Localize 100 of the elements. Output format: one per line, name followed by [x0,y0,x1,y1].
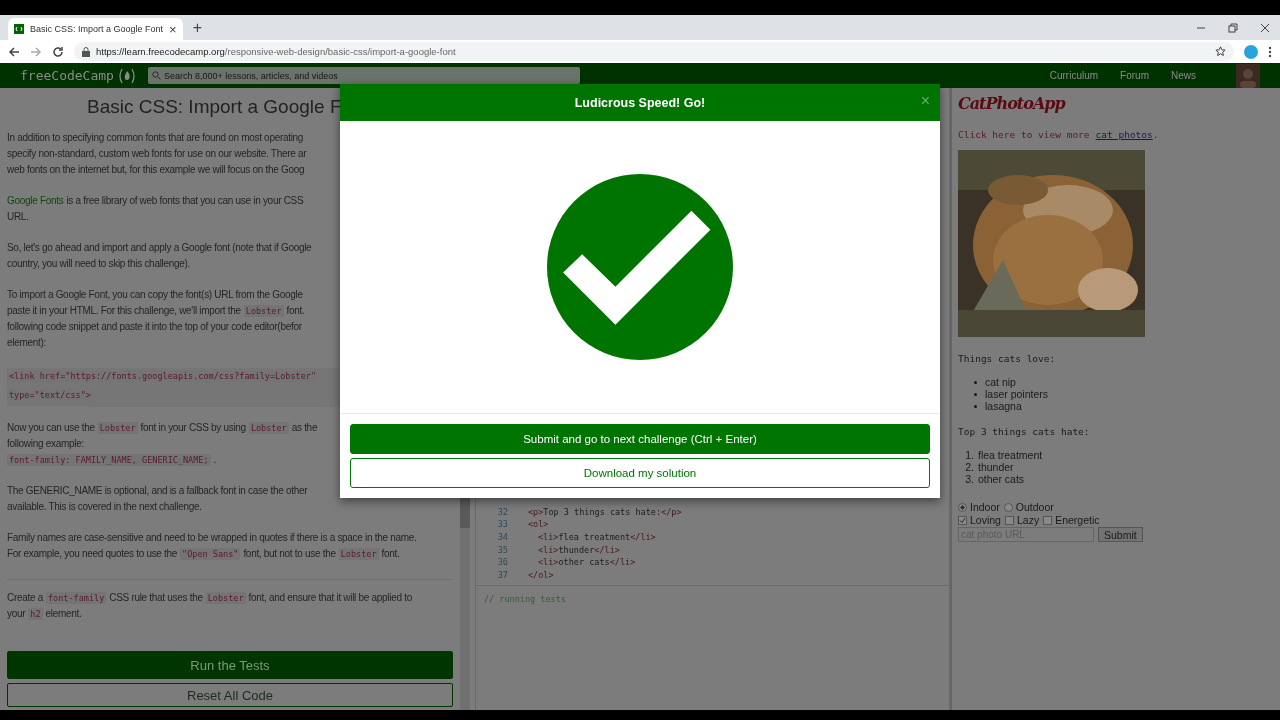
bullet-icon [974,380,977,384]
inline-code: Lobster [338,548,379,560]
address-bar[interactable]: https://learn.freecodecamp.org/responsive-web-design/basic-css/import-a-google-font [74,42,1234,61]
checkbox-label: Loving [970,514,1001,526]
instruction-text: country, you will need to skip this challenge). [7,258,191,269]
html-tag: </li> [630,531,656,542]
list-item: other cats [978,473,1025,485]
html-tag: <li> [538,557,559,568]
instruction-text: web fonts on the internet but, for this example we will focus on the Goog [7,164,305,175]
instruction-text: paste it in your HTML. For this challenge, we'll import the [7,305,241,316]
inline-code: type="text/css"> [7,389,93,401]
checkbox-label: Energetic [1055,514,1100,526]
list-item: lasagna [985,400,1022,412]
reload-icon[interactable] [52,45,64,58]
forward-icon[interactable] [30,45,42,58]
html-tag: <p> [528,506,544,517]
instruction-text: font in your CSS by using [140,422,246,433]
checkmark-icon [547,174,733,360]
restore-icon[interactable] [1228,22,1238,33]
search-field[interactable]: Search 8,000+ lessons, articles, and videos [147,67,580,84]
instruction-text: For example, you need quotes to use the [7,548,178,559]
submit-button[interactable]: Submit [1098,527,1143,542]
line-number: 32 [496,506,508,517]
instruction-text: font. [381,548,400,559]
list-item: cat nip [985,376,1016,388]
instruction-text: font. [286,305,305,316]
list-item: thunder [978,461,1014,473]
download-button[interactable]: Download my solution [350,458,930,488]
star-icon[interactable] [1215,46,1226,57]
checkbox-label: Lazy [1016,514,1040,526]
instruction-text: CSS rule that uses the [109,592,203,603]
instruction-text: font, and ensure that it will be applied to [248,592,412,603]
line-number: 33 [496,519,508,530]
list-number: 3. [964,473,974,485]
instruction-text: . [213,454,217,465]
html-tag: </li> [594,544,620,555]
browser-tab[interactable]: Basic CSS: Import a Google Font × [8,18,183,40]
checkbox[interactable] [1004,515,1014,525]
bullet-icon [974,392,977,396]
search-icon [151,71,161,80]
inline-code: Lobster [248,422,289,434]
photo-link[interactable]: cat photos [1095,129,1153,140]
submit-button[interactable]: Submit and go to next challenge (Ctrl + Enter) [350,424,930,454]
radio-label: Indoor [970,501,1000,513]
new-tab-button[interactable]: + [192,20,202,36]
nav-link[interactable]: Forum [1120,70,1149,81]
favicon-icon [14,24,24,34]
radio-button[interactable] [958,502,967,512]
html-tag: </p> [661,506,682,517]
radio-label: Outdoor [1015,501,1054,513]
radio-button[interactable] [1003,502,1013,512]
close-icon[interactable] [1260,22,1270,33]
profile-icon[interactable] [1244,44,1258,59]
list-heading: Things cats love: [958,353,1056,364]
instruction-text: Create a [7,592,43,603]
inline-code: h2 [28,608,43,620]
line-number: 34 [496,531,508,542]
bullet-icon [974,404,977,408]
instruction-text: available. This is covered in the next challenge. [7,501,202,512]
line-number: 37 [496,569,508,580]
line-number: 35 [496,544,508,555]
inline-code: "Open Sans" [180,548,241,560]
instruction-text: In addition to specifying common fonts that are found on most operating [7,132,304,143]
text-link[interactable]: Google Fonts [7,195,64,206]
instruction-text: element): [7,337,46,348]
checkbox[interactable] [1043,515,1053,525]
instruction-text: following example: [7,438,84,449]
console-output: // running tests [484,594,566,604]
tab-title: Basic CSS: Import a Google Font [30,24,164,34]
inline-code: font-family: FAMILY_NAME, GENERIC_NAME; [7,454,211,466]
inline-code: Lobster [205,592,246,604]
html-tag: <li> [538,531,559,542]
code-text: other cats [558,557,610,568]
menu-icon[interactable] [1268,45,1272,58]
lock-icon [82,46,90,57]
site-logo[interactable]: freeCodeCamp [20,68,114,83]
reset-button[interactable]: Reset All Code [7,683,453,707]
code-text: flea treatment [558,531,631,542]
dialog-title: Ludicrous Speed! Go! [574,95,706,110]
checkbox[interactable] [958,515,967,525]
nav-link[interactable]: Curriculum [1049,70,1099,81]
list-item: laser pointers [985,388,1049,400]
flame-icon [117,67,136,84]
html-tag: </ol> [528,569,554,580]
run-tests-button[interactable]: Run the Tests [7,651,453,679]
tab-close-button[interactable]: × [169,22,177,36]
html-tag: <ol> [528,519,549,530]
period-text: . [1152,129,1159,140]
instruction-text: The GENERIC_NAME is optional, and is a fallback font in case the other [7,485,308,496]
instruction-text: your [7,608,26,619]
instruction-text: is a free library of web fonts that you can use in your CSS [66,195,304,206]
code-text: Top 3 things cats hate: [543,506,662,517]
instruction-text: following code snippet and paste it into the top of your code editor(befor [7,321,302,332]
list-number: 1. [964,449,974,461]
list-item: flea treatment [978,449,1043,461]
back-icon[interactable] [8,45,20,58]
html-tag: <li> [538,544,559,555]
instruction-text: Now you can use the [7,422,95,433]
nav-link[interactable]: News [1171,70,1196,81]
instruction-text: URL. [7,211,29,222]
